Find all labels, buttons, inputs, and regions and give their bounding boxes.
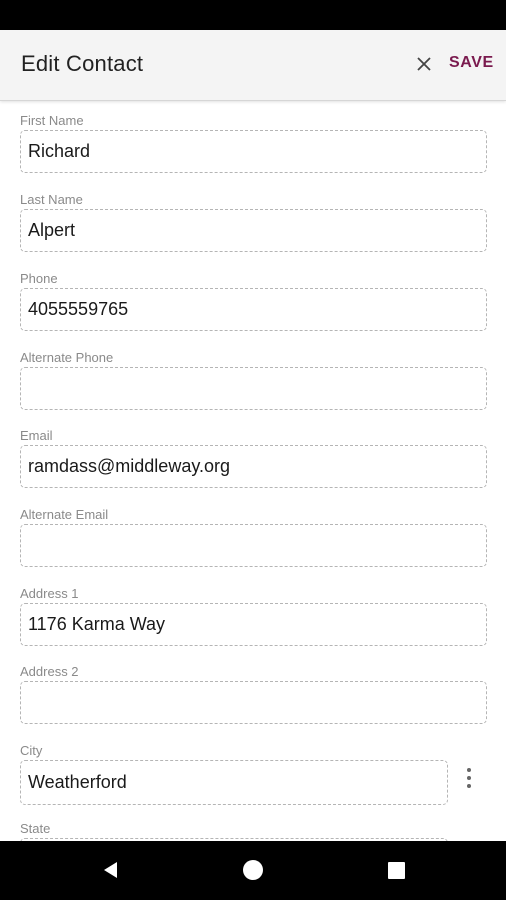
more-vert-icon[interactable] [463,766,475,790]
city-label: City [20,743,43,758]
contact-form: First Name Richard Last Name Alpert Phon… [0,101,506,841]
address2-field[interactable] [20,681,487,724]
save-button[interactable]: SAVE [449,54,494,72]
first-name-label: First Name [20,113,84,128]
address1-label: Address 1 [20,586,79,601]
address2-label: Address 2 [20,664,79,679]
alternate-phone-label: Alternate Phone [20,350,114,365]
phone-field[interactable]: 4055559765 [20,288,487,331]
app-bar: Edit Contact SAVE [0,30,506,101]
phone-label: Phone [20,271,58,286]
navigation-bar [0,841,506,900]
more-dot [467,768,471,772]
recents-square-icon [387,861,405,879]
last-name-label: Last Name [20,192,83,207]
status-bar [0,0,506,30]
address1-field[interactable]: 1176 Karma Way [20,603,487,646]
close-icon [417,57,431,71]
last-name-field[interactable]: Alpert [20,209,487,252]
back-triangle-icon [104,862,117,878]
home-circle-icon [243,860,263,880]
alternate-email-label: Alternate Email [20,507,109,522]
more-dot [467,784,471,788]
first-name-field[interactable]: Richard [20,130,487,173]
city-field[interactable]: Weatherford [20,760,448,805]
close-button[interactable] [412,52,436,76]
more-dot [467,776,471,780]
page-title: Edit Contact [21,51,144,76]
back-button[interactable] [96,855,126,885]
alternate-email-field[interactable] [20,524,487,567]
email-label: Email [20,428,53,443]
email-field[interactable]: ramdass@middleway.org [20,445,487,488]
home-button[interactable] [238,855,268,885]
alternate-phone-field[interactable] [20,367,487,410]
recents-button[interactable] [381,855,411,885]
state-label: State [20,821,51,836]
